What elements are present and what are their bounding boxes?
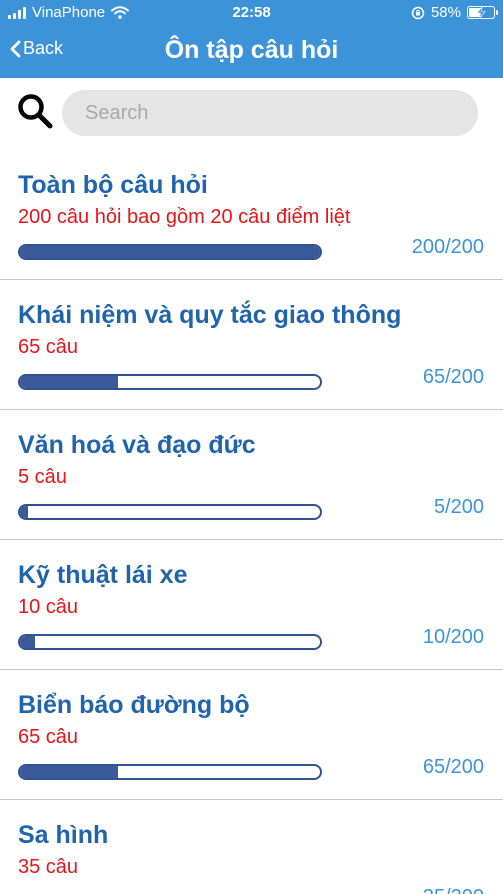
topic-subtitle: 35 câu — [18, 856, 79, 878]
topic-item[interactable]: Biển báo đường bộ 65 câu 65/200 — [0, 670, 503, 800]
progress-fill — [20, 766, 118, 778]
rotation-lock-icon — [411, 6, 425, 19]
topic-subtitle: 65 câu — [18, 336, 79, 358]
topic-count: 65/200 — [422, 756, 484, 778]
topic-count: 5/200 — [433, 496, 484, 518]
topic-count: 65/200 — [422, 366, 484, 388]
nav-bar: Back Ôn tập câu hỏi — [0, 28, 503, 76]
page-title: Ôn tập câu hỏi — [164, 36, 339, 64]
battery-icon — [467, 6, 498, 19]
progress-bar — [18, 244, 322, 260]
topic-item[interactable]: Văn hoá và đạo đức 5 câu 5/200 — [0, 410, 503, 540]
progress-fill — [20, 376, 118, 388]
status-right: 58% — [411, 4, 498, 21]
topic-item[interactable]: Kỹ thuật lái xe 10 câu 10/200 — [0, 540, 503, 670]
topic-subtitle: 5 câu — [18, 466, 67, 488]
search-input[interactable] — [62, 90, 478, 136]
status-bar: VinaPhone 22:58 58% — [0, 0, 503, 26]
topic-title: Văn hoá và đạo đức — [18, 431, 256, 459]
topic-count: 10/200 — [422, 626, 484, 648]
header-bar: VinaPhone 22:58 58% Back Ôn tập câu hỏi — [0, 0, 503, 78]
topic-title: Toàn bộ câu hỏi — [18, 171, 208, 199]
topic-list: Toàn bộ câu hỏi 200 câu hỏi bao gồm 20 câ… — [0, 150, 503, 894]
progress-bar — [18, 374, 322, 390]
search-icon[interactable] — [16, 92, 54, 130]
progress-fill — [20, 636, 35, 648]
topic-subtitle: 65 câu — [18, 726, 79, 748]
progress-bar — [18, 504, 322, 520]
topic-subtitle: 10 câu — [18, 596, 79, 618]
topic-title: Khái niệm và quy tắc giao thông — [18, 301, 402, 329]
progress-fill — [20, 246, 320, 258]
topic-count: 200/200 — [411, 236, 484, 258]
topic-subtitle: 200 câu hỏi bao gồm 20 câu điểm liệt — [18, 206, 351, 228]
topic-title: Sa hình — [18, 821, 109, 849]
battery-percent: 58% — [430, 4, 461, 21]
search-bar — [0, 78, 503, 150]
topic-item[interactable]: Toàn bộ câu hỏi 200 câu hỏi bao gồm 20 câ… — [0, 150, 503, 280]
topic-item[interactable]: Sa hình 35 câu 35/200 — [0, 800, 503, 894]
progress-bar — [18, 634, 322, 650]
topic-title: Biển báo đường bộ — [18, 691, 250, 719]
progress-bar — [18, 764, 322, 780]
charging-icon — [476, 7, 486, 18]
topic-item[interactable]: Khái niệm và quy tắc giao thông 65 câu 65/… — [0, 280, 503, 410]
topic-count: 35/200 — [423, 886, 484, 894]
topic-title: Kỹ thuật lái xe — [18, 561, 188, 589]
progress-fill — [20, 506, 28, 518]
